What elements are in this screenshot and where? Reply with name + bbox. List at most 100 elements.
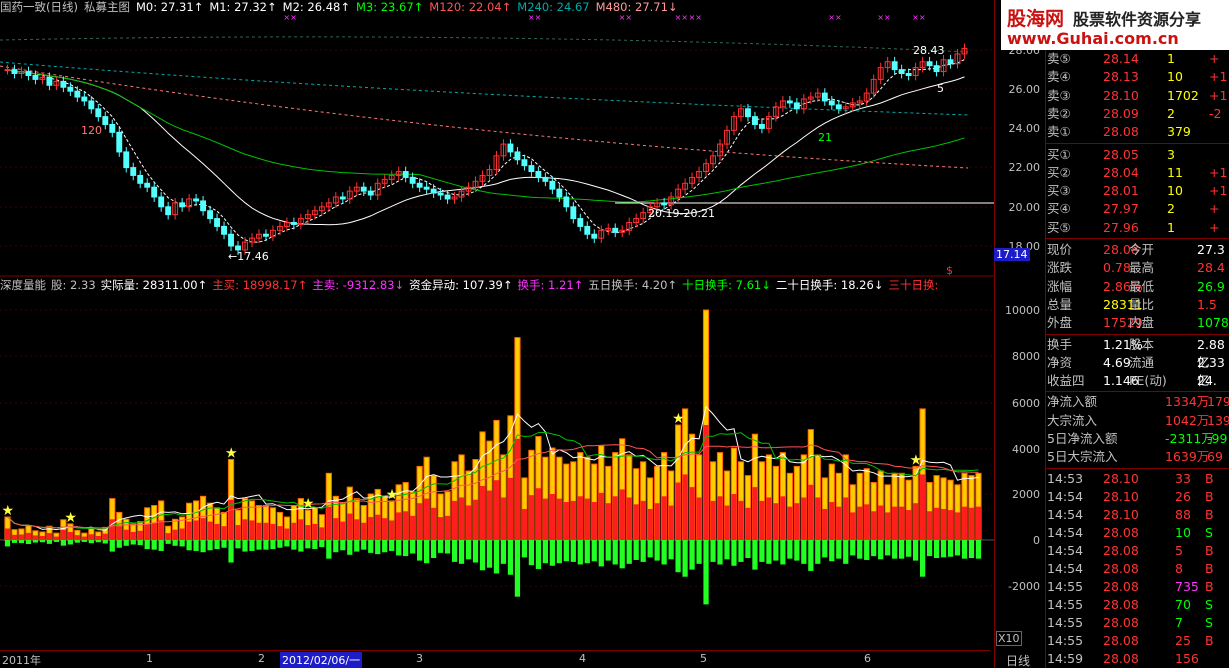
buy-volume-bar <box>954 512 961 540</box>
buy-volume-bar <box>808 484 814 540</box>
bid-price: 27.97 <box>1103 201 1139 217</box>
buy-volume-bar <box>703 425 709 540</box>
price-low-value: 17.46 <box>237 250 269 263</box>
candle-body <box>74 90 81 98</box>
volume-axis-tick: 8000 <box>1012 350 1040 363</box>
ask-volume: 2 <box>1167 105 1175 121</box>
tick-row: 14:53 28.10 33 B <box>1047 470 1229 488</box>
volume-axis-tick: 10000 <box>1005 304 1040 317</box>
candle-body <box>947 59 954 65</box>
sell-volume-bar <box>465 540 472 560</box>
sell-volume-bar <box>577 540 583 565</box>
buy-volume-bar <box>130 531 136 540</box>
buy-volume-bar <box>74 535 80 540</box>
buy-volume-bar <box>724 505 730 540</box>
candle-body <box>130 167 137 176</box>
buy-volume-bar <box>270 523 276 540</box>
sell-volume-bar <box>619 540 625 569</box>
volume-axis-tick: 2000 <box>1012 488 1040 501</box>
buy-volume-bar <box>312 523 318 540</box>
sell-volume-bar <box>710 540 716 562</box>
buy-volume-bar <box>151 522 157 540</box>
buy-volume-bar <box>242 519 248 540</box>
tick-side: B <box>1205 542 1214 558</box>
candle-body <box>549 180 556 190</box>
ma120-line <box>0 65 969 169</box>
sell-volume-bar <box>724 540 730 560</box>
bid-price: 28.05 <box>1103 146 1139 162</box>
buy-volume-bar <box>563 502 569 540</box>
buy-volume-bar <box>137 530 143 540</box>
ma-mid-line <box>7 69 965 226</box>
quote-value-2: 1078 <box>1197 315 1229 331</box>
volume-axis-tick: 0 <box>1033 534 1040 547</box>
buy-volume-bar <box>710 500 716 540</box>
buy-volume-bar <box>417 503 423 540</box>
x-marker-icon: ×× <box>689 13 702 22</box>
candle-body <box>228 233 234 247</box>
buy-volume-bar <box>354 519 360 540</box>
buy-volume-bar <box>815 497 821 540</box>
quote-row: 涨跌 0.78 最高 28.4 <box>1047 259 1229 277</box>
sell-volume-bar <box>326 540 332 559</box>
vol-label-7: 五日换手: 4.20↑ <box>588 278 678 292</box>
buy-volume-bar <box>933 507 940 540</box>
logo-url: www.Guhai.com.cn <box>1007 29 1179 48</box>
buy-volume-bar <box>444 515 451 540</box>
volume-bars <box>4 309 982 605</box>
quote-value-2: 24. <box>1197 373 1217 389</box>
candle-body <box>891 61 898 71</box>
zoom-button[interactable]: X10 <box>996 631 1022 646</box>
flow-value: 1334万 <box>1165 394 1210 410</box>
bid-volume: 11 <box>1167 164 1183 180</box>
buy-volume-bar <box>88 534 94 540</box>
indicator-name[interactable]: 私募主图 <box>84 0 130 14</box>
buy-volume-bar <box>689 487 695 540</box>
candle-body <box>528 165 535 173</box>
tick-price: 28.08 <box>1103 560 1139 576</box>
candle-body <box>200 200 207 212</box>
buy-volume-bar <box>822 508 828 540</box>
time-label-3: 3 <box>416 652 423 665</box>
tick-volume: 88 <box>1175 506 1191 522</box>
sell-volume-bar <box>521 540 528 558</box>
sell-volume-bar <box>486 540 493 568</box>
ask-price: 28.10 <box>1103 87 1139 103</box>
price-mid-label: 20.19-20.21 <box>648 207 715 220</box>
sell-volume-bar <box>850 540 856 556</box>
sell-volume-bar <box>801 540 807 564</box>
buy-volume-bar <box>102 533 108 540</box>
tick-row: 14:59 28.08 156 <box>1047 650 1229 668</box>
sell-volume-bar <box>535 540 542 569</box>
sell-volume-bar <box>53 540 60 542</box>
candle-body <box>32 74 39 80</box>
candle-body <box>556 188 563 198</box>
buy-volume-bar <box>368 517 374 540</box>
sell-volume-bar <box>661 540 667 565</box>
sell-volume-bar <box>333 540 339 553</box>
candle-body <box>933 65 940 73</box>
flow-label: 净流入额 <box>1047 394 1098 410</box>
period-label[interactable]: 日线 <box>1006 652 1030 668</box>
sell-volume-bar <box>340 540 346 551</box>
vol-label-6: 换手: 1.21↑ <box>517 278 584 292</box>
buy-volume-bar <box>116 526 122 540</box>
buy-volume-bar <box>256 522 262 540</box>
tick-row: 14:54 28.08 5 B <box>1047 542 1229 560</box>
bid-row: 买⑤ 27.96 1 + <box>1047 219 1229 237</box>
candle-body <box>95 108 102 118</box>
buy-volume-bar <box>39 535 46 540</box>
candle-body <box>828 100 835 106</box>
sell-volume-bar <box>46 540 53 544</box>
buy-volume-bar <box>661 496 667 540</box>
candle-body <box>4 69 11 72</box>
candle-body <box>661 202 668 206</box>
sell-volume-bar <box>81 540 87 542</box>
sell-volume-bar <box>158 540 164 551</box>
candle-body <box>751 116 758 125</box>
bid-row: 买① 28.05 3 <box>1047 146 1229 164</box>
buy-volume-bar <box>193 520 199 540</box>
sell-volume-bar <box>598 540 604 567</box>
ask-volume: 10 <box>1167 69 1183 85</box>
sell-volume-bar <box>584 540 590 564</box>
